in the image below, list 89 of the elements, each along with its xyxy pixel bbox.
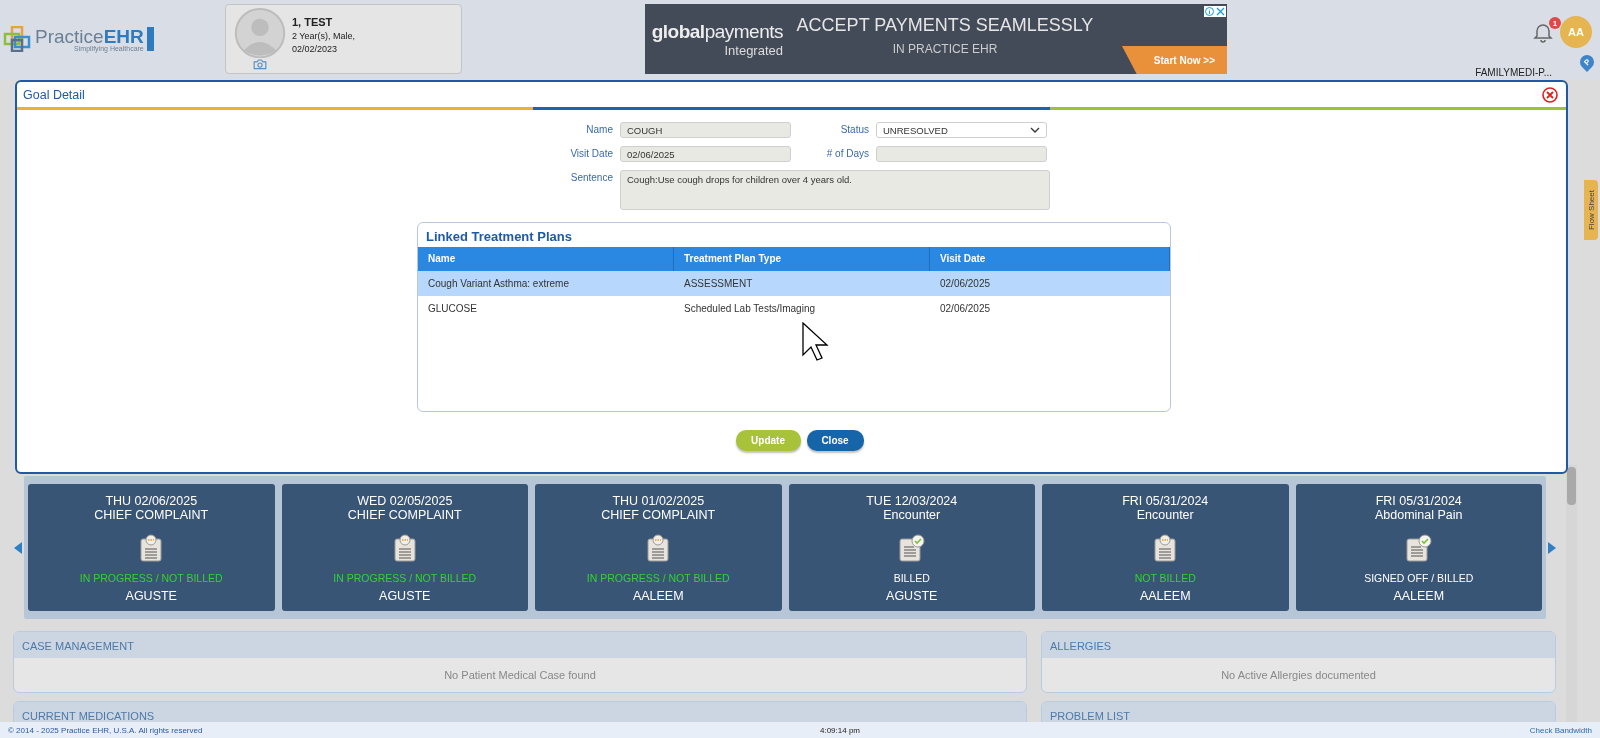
field-label: Name <box>585 123 614 137</box>
next-arrow-icon[interactable] <box>1548 541 1556 554</box>
empty-message: No Active Allergies documented <box>1221 669 1376 681</box>
clock-time: 4:09:14 pm <box>820 725 861 735</box>
logo-badge-icon <box>146 27 154 51</box>
input-field[interactable] <box>876 146 1047 162</box>
empty-message: No Patient Medical Case found <box>444 669 596 681</box>
visit-title: CHIEF COMPLAINT <box>347 508 462 522</box>
clipboard-icon <box>647 534 670 562</box>
field-label: Status <box>839 123 870 137</box>
visit-card[interactable]: THU 02/06/2025 CHIEF COMPLAINT IN PROGRESS / NOT BILLED AGUSTE <box>28 484 275 611</box>
visit-status: IN PROGRESS / NOT BILLED <box>333 572 477 584</box>
status-select[interactable]: UNRESOLVED <box>876 122 1047 138</box>
dialog-title: Goal Detail <box>23 87 85 102</box>
visit-title: Encounter <box>883 508 941 522</box>
visit-card[interactable]: FRI 05/31/2024 Encounter NOT BILLED AALEEM <box>1042 484 1289 611</box>
table-cell-text: 02/06/2025 <box>939 278 992 289</box>
table-cell-text: GLUCOSE <box>427 303 478 314</box>
dialog-button[interactable]: Close <box>806 430 864 451</box>
input-field[interactable]: 02/06/2025 <box>620 146 791 162</box>
ad-brand: globalpayments <box>651 20 783 43</box>
signed-document-icon <box>898 534 925 562</box>
visit-date: FRI 05/31/2024 <box>1375 494 1462 508</box>
logo-text: PracticeEHR <box>35 26 144 47</box>
ad-subline: IN PRACTICE EHR <box>892 41 998 56</box>
check-bandwidth-link[interactable]: Check Bandwidth <box>1529 725 1592 735</box>
patient-name: 1, TEST <box>292 16 334 28</box>
flow-sheet-tab[interactable]: Flow Sheet <box>1584 180 1598 241</box>
practice-name[interactable]: FAMILYMEDI-P... <box>1475 67 1552 78</box>
chevron-down-icon <box>1030 127 1040 133</box>
section-title: CASE MANAGEMENT <box>22 640 134 652</box>
copyright-text: © 2014 - 2025 Practice EHR, U.S.A. All rights reserved <box>8 725 203 735</box>
visit-provider: AALEEM <box>632 589 684 603</box>
visit-provider: AGUSTE <box>379 589 431 603</box>
visit-status: IN PROGRESS / NOT BILLED <box>586 572 730 584</box>
table-cell-text: Cough Variant Asthma: extreme <box>427 278 570 289</box>
patient-age-sex: 2 Year(s), Male, <box>292 31 356 41</box>
visit-title: CHIEF COMPLAINT <box>94 508 209 522</box>
visit-date: THU 01/02/2025 <box>612 494 705 508</box>
clipboard-icon <box>140 534 163 562</box>
scroll-bar[interactable] <box>1566 465 1577 722</box>
section-title: CURRENT MEDICATIONS <box>22 710 155 722</box>
table-cell-text: ASSESSMENT <box>683 278 754 289</box>
visit-date: TUE 12/03/2024 <box>866 494 958 508</box>
visit-status: SIGNED OFF / BILLED <box>1364 572 1474 584</box>
visit-status: BILLED <box>893 572 930 584</box>
ad-headline: ACCEPT PAYMENTS SEAMLESSLY <box>796 14 1094 36</box>
section-title: ALLERGIES <box>1050 640 1112 652</box>
field-label: # of Days <box>825 147 870 161</box>
ad-brand-sub: Integrated <box>724 42 783 58</box>
table-cell-text: Scheduled Lab Tests/Imaging <box>683 303 816 314</box>
visit-date: THU 02/06/2025 <box>105 494 198 508</box>
table-cell-text: 02/06/2025 <box>939 303 992 314</box>
close-icon[interactable] <box>1542 86 1558 103</box>
patient-dob: 02/02/2023 <box>292 44 339 54</box>
logo-icon <box>3 26 33 52</box>
visit-provider: AALEEM <box>1393 589 1445 603</box>
notification-count: 1 <box>1549 17 1561 29</box>
previous-arrow-icon[interactable] <box>14 541 22 554</box>
visit-provider: AALEEM <box>1139 589 1191 603</box>
table-row[interactable]: Cough Variant Asthma: extreme ASSESSMENT 02/06/2025 <box>418 271 1170 296</box>
visit-card[interactable]: THU 01/02/2025 CHIEF COMPLAINT IN PROGRESS / NOT BILLED AALEEM <box>535 484 782 611</box>
input-field[interactable]: COUGH <box>620 122 791 138</box>
ad-banner[interactable]: globalpayments Integrated ACCEPT PAYMENTS SEAMLESSLY IN PRACTICE EHR Start Now >> <box>645 4 1227 74</box>
visit-status: IN PROGRESS / NOT BILLED <box>79 572 223 584</box>
field-label: Sentence <box>569 171 614 185</box>
visit-card[interactable]: TUE 12/03/2024 Encounter BILLED AGUSTE <box>788 484 1035 611</box>
ad-close-icon[interactable] <box>1204 6 1226 17</box>
visit-title: CHIEF COMPLAINT <box>601 508 716 522</box>
panel-title: Linked Treatment Plans <box>425 228 573 246</box>
section-title: PROBLEM LIST <box>1050 710 1131 722</box>
visit-card[interactable]: WED 02/05/2025 CHIEF COMPLAINT IN PROGRESS / NOT BILLED AGUSTE <box>281 484 528 611</box>
clipboard-icon <box>1154 534 1177 562</box>
visit-status: NOT BILLED <box>1134 572 1196 584</box>
signed-document-icon <box>1405 534 1432 562</box>
pointer-icon <box>802 322 830 362</box>
visit-title: Encounter <box>1136 508 1194 522</box>
clipboard-icon <box>393 534 416 562</box>
visit-date: FRI 05/31/2024 <box>1122 494 1209 508</box>
notification-bell-icon[interactable] <box>1532 21 1554 43</box>
sentence-field[interactable]: Cough:Use cough drops for children over 4 years old. <box>620 170 1050 210</box>
visit-provider: AGUSTE <box>125 589 177 603</box>
visit-provider: AGUSTE <box>886 589 938 603</box>
avatar-icon <box>234 8 286 59</box>
visit-title: Abdominal Pain <box>1374 508 1463 522</box>
visit-card[interactable]: FRI 05/31/2024 Abdominal Pain SIGNED OFF / BILLED AALEEM <box>1295 484 1542 611</box>
visit-date: WED 02/05/2025 <box>357 494 453 508</box>
field-label: Visit Date <box>569 147 614 161</box>
camera-icon[interactable] <box>253 59 267 70</box>
